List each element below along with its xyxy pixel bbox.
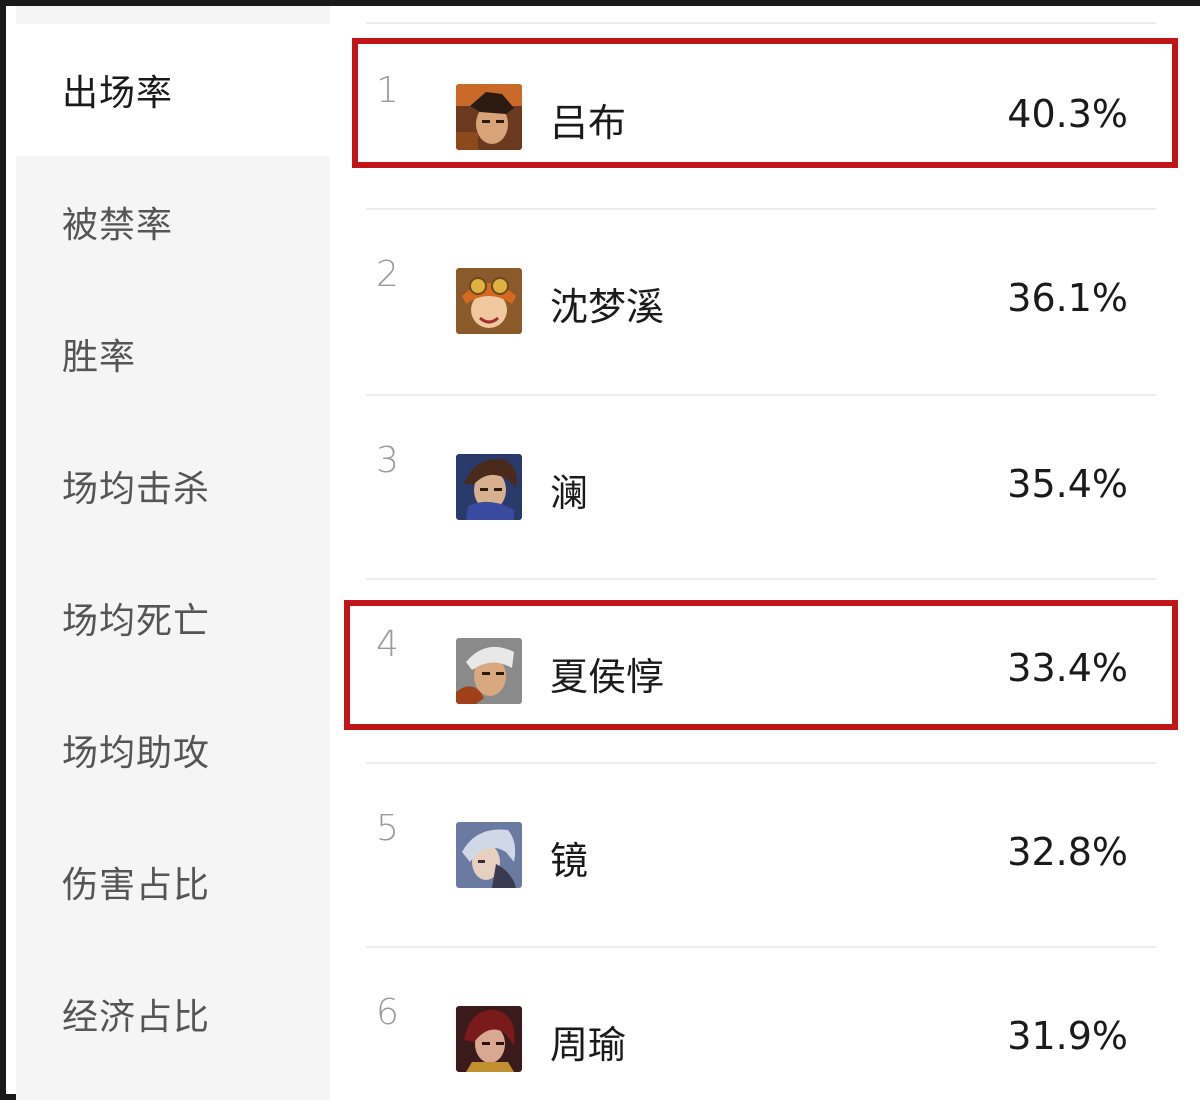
hero-avatar-xiahoudun <box>456 638 522 704</box>
hero-row-2[interactable]: 2 沈梦溪 36.1% <box>330 234 1200 364</box>
rank-number: 3 <box>376 440 399 481</box>
pick-rate-value: 36.1% <box>1007 276 1128 320</box>
hero-ranking-list: 1 吕布 40.3% 2 沈梦溪 36.1% 3 澜 35.4% 4 夏侯惇 3… <box>330 6 1200 1100</box>
hero-row-5[interactable]: 5 镜 32.8% <box>330 788 1200 918</box>
hero-avatar-lan <box>456 454 522 520</box>
sidebar-item-label: 经济占比 <box>62 997 211 1038</box>
hero-name: 镜 <box>550 839 589 883</box>
sidebar-item-avg-kills[interactable]: 场均击杀 <box>16 420 330 552</box>
hero-avatar-jing <box>456 822 522 888</box>
hero-row-4[interactable]: 4 夏侯惇 33.4% <box>330 604 1200 734</box>
rank-number: 5 <box>376 808 399 849</box>
sidebar-item-ban-rate[interactable]: 被禁率 <box>16 156 330 288</box>
hero-row-3[interactable]: 3 澜 35.4% <box>330 420 1200 550</box>
sidebar-top-stub <box>16 6 330 24</box>
sidebar-item-economy-share[interactable]: 经济占比 <box>16 948 330 1080</box>
sidebar-item-label: 场均死亡 <box>62 601 211 642</box>
stat-category-sidebar: 出场率 被禁率 胜率 场均击杀 场均死亡 场均助攻 伤害占比 经济占比 <box>16 6 330 1100</box>
hero-avatar-zhouyu <box>456 1006 522 1072</box>
hero-row-1[interactable]: 1 吕布 40.3% <box>330 50 1200 180</box>
hero-row-6[interactable]: 6 周瑜 31.9% <box>330 972 1200 1100</box>
pick-rate-value: 40.3% <box>1007 92 1128 136</box>
hero-name: 澜 <box>550 471 589 515</box>
rank-number: 1 <box>376 70 399 111</box>
row-divider <box>366 578 1156 580</box>
pick-rate-value: 33.4% <box>1007 646 1128 690</box>
sidebar-item-label: 场均击杀 <box>62 469 211 510</box>
row-divider <box>366 394 1156 396</box>
screen: 出场率 被禁率 胜率 场均击杀 场均死亡 场均助攻 伤害占比 经济占比 1 吕布… <box>0 0 1200 1100</box>
row-divider <box>366 946 1156 948</box>
rank-number: 4 <box>376 624 399 665</box>
row-divider <box>366 762 1156 764</box>
sidebar-item-label: 出场率 <box>62 73 174 114</box>
pick-rate-value: 35.4% <box>1007 462 1128 506</box>
rank-number: 6 <box>376 992 399 1033</box>
hero-name: 吕布 <box>550 101 627 145</box>
sidebar-item-avg-assists[interactable]: 场均助攻 <box>16 684 330 816</box>
sidebar-item-label: 被禁率 <box>62 205 174 246</box>
rank-number: 2 <box>376 254 399 295</box>
hero-name: 沈梦溪 <box>550 285 665 329</box>
sidebar-item-pick-rate[interactable]: 出场率 <box>16 24 330 156</box>
sidebar-item-win-rate[interactable]: 胜率 <box>16 288 330 420</box>
row-divider <box>366 22 1156 24</box>
sidebar-item-label: 场均助攻 <box>62 733 211 774</box>
hero-name: 周瑜 <box>550 1023 627 1067</box>
sidebar-item-label: 胜率 <box>62 337 137 378</box>
sidebar-item-label: 伤害占比 <box>62 865 211 906</box>
hero-name: 夏侯惇 <box>550 655 665 699</box>
hero-avatar-shenmengxi <box>456 268 522 334</box>
sidebar-item-avg-deaths[interactable]: 场均死亡 <box>16 552 330 684</box>
hero-avatar-lvbu <box>456 84 522 150</box>
pick-rate-value: 32.8% <box>1007 830 1128 874</box>
sidebar-item-damage-share[interactable]: 伤害占比 <box>16 816 330 948</box>
row-divider <box>366 208 1156 210</box>
pick-rate-value: 31.9% <box>1007 1014 1128 1058</box>
